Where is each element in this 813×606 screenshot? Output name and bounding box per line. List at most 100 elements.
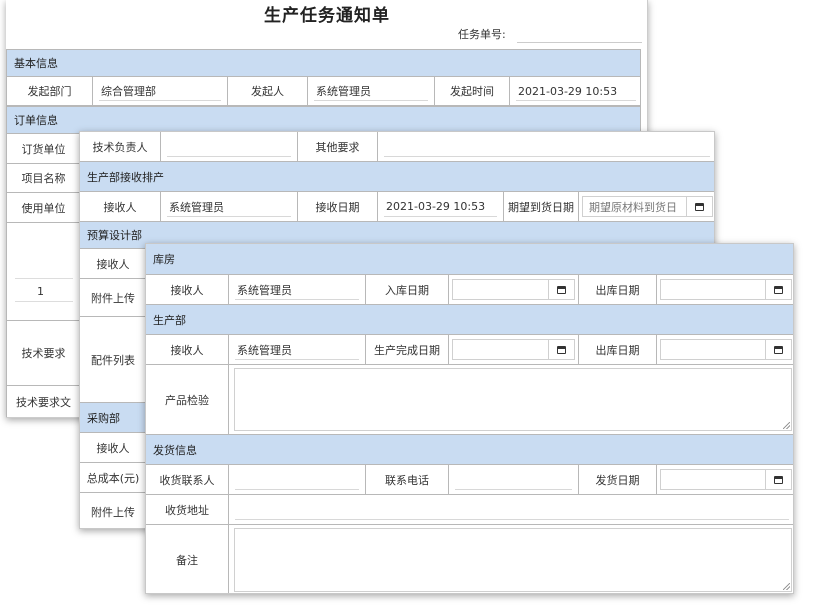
- section-order-info: 订单信息: [6, 106, 641, 133]
- section-title: 库房: [153, 252, 175, 266]
- shipping-row: 收货联系人 联系电话 发货日期: [146, 464, 793, 494]
- remark-textarea[interactable]: [228, 525, 793, 593]
- initiator-label: 发起人: [227, 77, 307, 105]
- tech-owner-label: 技术负责人: [92, 140, 148, 154]
- calendar-button[interactable]: [686, 197, 712, 216]
- order-row-user: 使用单位: [6, 192, 79, 222]
- schedule-receiver-field[interactable]: 系统管理员: [160, 192, 297, 221]
- expect-date-label: 期望到货日期: [503, 192, 578, 221]
- section-title: 预算设计部: [87, 229, 142, 242]
- tech-owner-row: 技术负责人 其他要求: [80, 132, 714, 161]
- section-production-schedule: 生产部接收排产: [80, 161, 714, 191]
- purchase-receiver-row: 接收人: [80, 432, 146, 462]
- production-schedule-row: 接收人 系统管理员 接收日期 2021-03-29 10:53 期望到货日期 期…: [80, 191, 714, 221]
- address-row: 收货地址: [146, 494, 793, 524]
- time-field[interactable]: 2021-03-29 10:53: [509, 77, 642, 105]
- time-label: 发起时间: [434, 77, 509, 105]
- finish-date-label: 生产完成日期: [365, 335, 448, 364]
- calendar-button[interactable]: [765, 340, 791, 359]
- calendar-button[interactable]: [548, 340, 574, 359]
- purchase-cost-row: 总成本(元): [80, 462, 146, 492]
- tech-owner-field[interactable]: [160, 132, 297, 161]
- finish-date-picker[interactable]: [448, 335, 578, 364]
- phone-label: 联系电话: [365, 465, 448, 494]
- initiator-field[interactable]: 系统管理员: [307, 77, 434, 105]
- calendar-button[interactable]: [765, 470, 791, 489]
- production-out-date-picker[interactable]: [656, 335, 793, 364]
- order-items-area: 1: [6, 222, 79, 320]
- order-row-tech-req: 技术要求: [6, 320, 79, 385]
- resize-grip-icon[interactable]: [783, 583, 790, 590]
- dept-value: 综合管理部: [101, 85, 156, 98]
- budget-receiver-row: 接收人: [80, 248, 146, 278]
- recv-date-field[interactable]: 2021-03-29 10:53: [377, 192, 503, 221]
- ship-date-picker[interactable]: [656, 465, 793, 494]
- production-receiver-label: 接收人: [170, 343, 204, 357]
- purchase-attach-label: 附件上传: [91, 505, 135, 519]
- section-title: 生产部: [153, 313, 186, 327]
- budget-receiver-label: 接收人: [96, 257, 130, 271]
- item-index: 1: [37, 285, 44, 298]
- warehouse-receiver-value: 系统管理员: [237, 283, 292, 297]
- calendar-icon: [557, 345, 566, 354]
- warehouse-shipping-panel: 库房 接收人 系统管理员 入库日期 出库日期 生产部 接收人 系统管理员 生产完…: [145, 243, 794, 594]
- section-title: 订单信息: [14, 114, 58, 127]
- task-number-input[interactable]: [517, 42, 642, 43]
- recv-date-label: 接收日期: [297, 192, 377, 221]
- section-production: 生产部: [146, 304, 793, 334]
- section-shipping: 发货信息: [146, 434, 793, 464]
- inspection-row: 产品检验: [146, 364, 793, 434]
- remark-row: 备注: [146, 524, 793, 593]
- ship-date-label: 发货日期: [578, 465, 656, 494]
- calendar-button[interactable]: [765, 280, 791, 299]
- warehouse-out-date-picker[interactable]: [656, 275, 793, 304]
- item-divider: [15, 278, 73, 279]
- order-row-tech-doc: 技术要求文: [6, 385, 79, 417]
- inspection-label: 产品检验: [165, 393, 209, 407]
- budget-attach-label: 附件上传: [91, 291, 135, 305]
- phone-field[interactable]: [448, 465, 578, 494]
- order-row-buyer: 订货单位: [6, 133, 79, 163]
- tech-doc-label: 技术要求文: [16, 396, 71, 409]
- budget-parts-row: 配件列表: [80, 316, 146, 402]
- tech-req-label: 技术要求: [21, 347, 66, 360]
- time-value: 2021-03-29 10:53: [518, 84, 618, 98]
- initiator-value: 系统管理员: [316, 85, 371, 98]
- warehouse-receiver-label: 接收人: [170, 283, 204, 297]
- warehouse-receiver-field[interactable]: 系统管理员: [228, 275, 365, 304]
- dept-field[interactable]: 综合管理部: [92, 77, 227, 105]
- inspection-textarea[interactable]: [228, 365, 793, 434]
- resize-grip-icon[interactable]: [783, 422, 790, 429]
- dept-label: 发起部门: [27, 85, 72, 98]
- expect-date-placeholder: 期望原材料到货日: [589, 200, 677, 214]
- task-number-label: 任务单号:: [458, 28, 506, 41]
- contact-label: 收货联系人: [159, 473, 215, 487]
- other-req-label: 其他要求: [297, 132, 377, 161]
- section-warehouse: 库房: [146, 244, 793, 274]
- calendar-icon: [774, 345, 783, 354]
- address-field[interactable]: [228, 495, 793, 524]
- warehouse-row: 接收人 系统管理员 入库日期 出库日期: [146, 274, 793, 304]
- page-title: 生产任务通知单: [264, 6, 390, 26]
- contact-field[interactable]: [228, 465, 365, 494]
- calendar-icon: [695, 202, 704, 211]
- production-row: 接收人 系统管理员 生产完成日期 出库日期: [146, 334, 793, 364]
- purchase-receiver-label: 接收人: [96, 441, 130, 455]
- section-title: 采购部: [87, 411, 120, 425]
- budget-attach-row: 附件上传: [80, 278, 146, 316]
- production-receiver-value: 系统管理员: [237, 343, 292, 357]
- schedule-receiver-label: 接收人: [103, 200, 137, 214]
- remark-label: 备注: [176, 554, 198, 567]
- production-receiver-field[interactable]: 系统管理员: [228, 335, 365, 364]
- section-purchase: 采购部: [80, 402, 146, 432]
- section-title: 基本信息: [14, 57, 58, 70]
- expect-date-picker[interactable]: 期望原材料到货日: [578, 192, 714, 221]
- item-divider: [15, 301, 73, 302]
- parts-list-label: 配件列表: [91, 353, 135, 367]
- recv-date-value: 2021-03-29 10:53: [386, 200, 486, 213]
- basic-info-row: 发起部门 综合管理部 发起人 系统管理员 发起时间 2021-03-29 10:…: [6, 77, 641, 106]
- address-label: 收货地址: [165, 503, 209, 517]
- in-date-picker[interactable]: [448, 275, 578, 304]
- calendar-button[interactable]: [548, 280, 574, 299]
- other-req-field[interactable]: [377, 132, 714, 161]
